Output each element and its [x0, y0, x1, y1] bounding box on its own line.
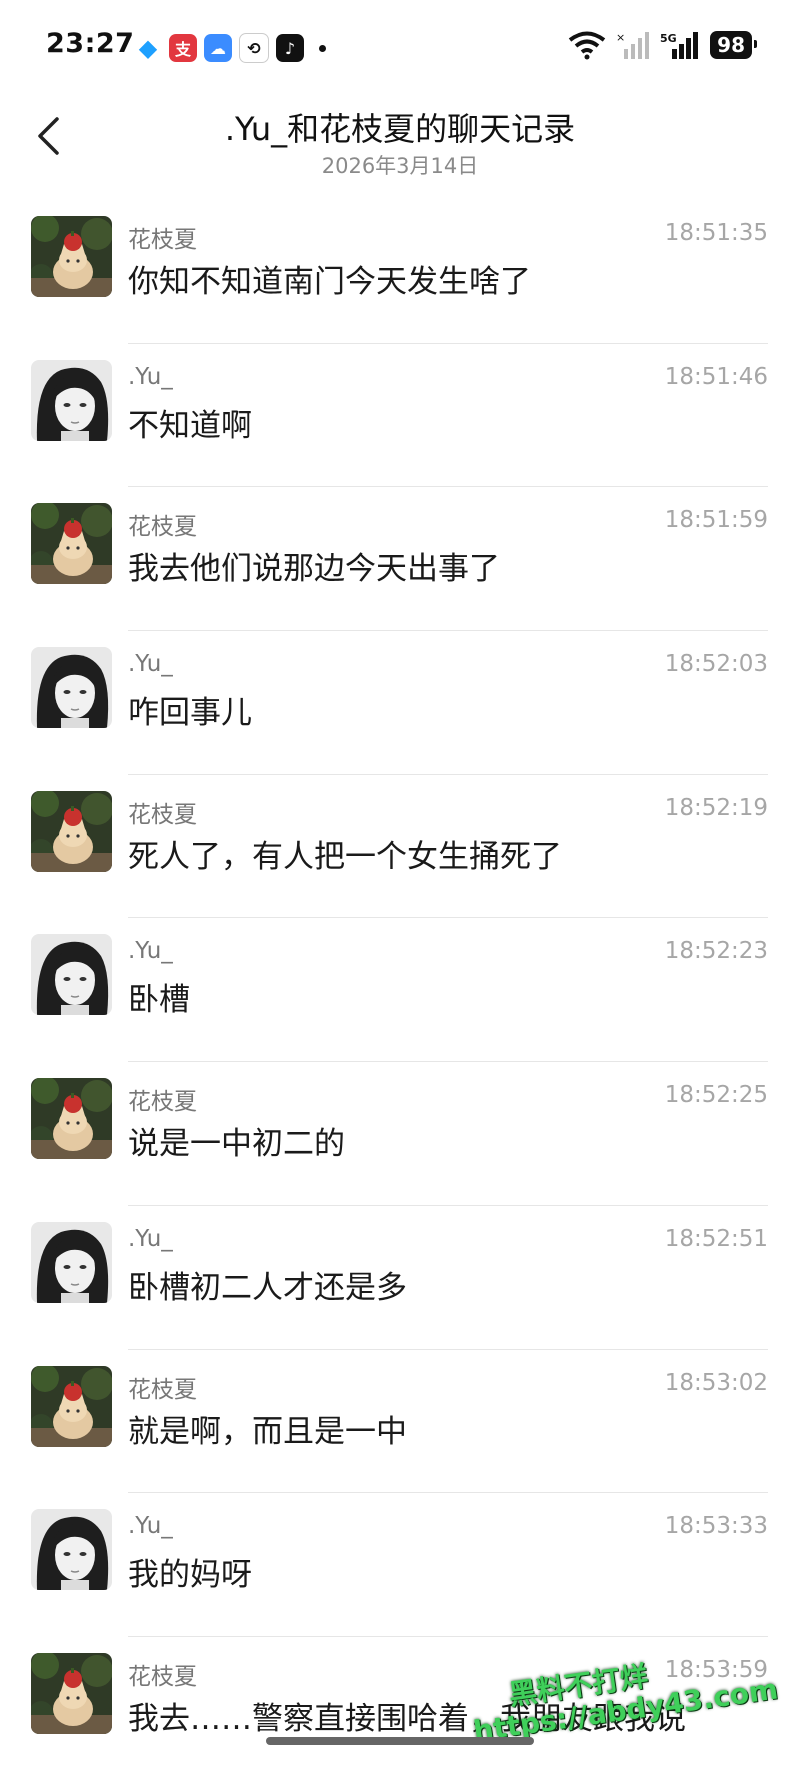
- avatar[interactable]: [31, 1509, 112, 1591]
- message-list[interactable]: 花枝夏 18:51:35 你知不知道南门今天发生啥了 .Yu_ 18:51:46…: [0, 200, 800, 1781]
- wifi-icon: [568, 31, 606, 60]
- message-text[interactable]: 我去他们说那边今天出事了: [128, 543, 500, 588]
- sender-name: 花枝夏: [128, 1376, 197, 1403]
- sender-name: .Yu_: [128, 1225, 173, 1252]
- avatar[interactable]: [31, 216, 112, 297]
- message-time: 18:51:59: [664, 507, 768, 534]
- message-time: 18:52:23: [664, 938, 768, 965]
- message-item[interactable]: .Yu_ 18:53:33 我的妈呀: [0, 1493, 800, 1637]
- sender-name: .Yu_: [128, 1513, 173, 1540]
- message-time: 18:53:02: [664, 1369, 768, 1396]
- page-title: .Yu_和花枝夏的聊天记录: [224, 110, 576, 148]
- sender-name: 花枝夏: [128, 514, 197, 541]
- sender-name: 花枝夏: [128, 1663, 197, 1690]
- message-time: 18:52:03: [664, 651, 768, 678]
- message-item[interactable]: .Yu_ 18:51:46 不知道啊: [0, 344, 800, 488]
- sync-app-icon: ⟲: [239, 33, 269, 63]
- chat-history-header: .Yu_和花枝夏的聊天记录 2026年3月14日: [0, 96, 800, 186]
- qq-icon: ◆: [138, 34, 158, 62]
- message-item[interactable]: 花枝夏 18:53:02 就是啊，而且是一中: [0, 1350, 800, 1494]
- message-text[interactable]: 卧槽: [128, 974, 190, 1019]
- network-type: 5G: [660, 32, 677, 45]
- message-time: 18:52:19: [664, 794, 768, 821]
- message-text[interactable]: 说是一中初二的: [128, 1118, 345, 1163]
- sender-name: 花枝夏: [128, 801, 197, 828]
- alipay-icon: 支: [169, 34, 197, 62]
- tiktok-icon: ♪: [276, 34, 304, 62]
- message-time: 18:51:46: [664, 363, 768, 390]
- message-text[interactable]: 卧槽初二人才还是多: [128, 1262, 407, 1307]
- status-bar: 23:27 ◆ 支 ☁ ⟲ ♪ × 5G 98: [0, 0, 800, 96]
- sender-name: 花枝夏: [128, 1089, 197, 1116]
- message-time: 18:51:35: [664, 220, 768, 246]
- sender-name: 花枝夏: [128, 227, 197, 253]
- message-item[interactable]: .Yu_ 18:52:23 卧槽: [0, 918, 800, 1063]
- more-notifications-icon: [319, 44, 326, 52]
- message-time: 18:52:25: [664, 1082, 768, 1109]
- sender-name: .Yu_: [128, 363, 173, 390]
- message-item[interactable]: 花枝夏 18:52:25 说是一中初二的: [0, 1062, 800, 1206]
- message-item[interactable]: .Yu_ 18:52:51 卧槽初二人才还是多: [0, 1206, 800, 1350]
- sender-name: .Yu_: [128, 938, 173, 965]
- avatar[interactable]: [31, 1221, 112, 1303]
- avatar[interactable]: [31, 790, 112, 872]
- message-time: 18:53:33: [664, 1513, 768, 1540]
- svg-text:×: ×: [616, 31, 625, 44]
- notification-icons: ◆ 支 ☁ ⟲ ♪: [134, 33, 326, 63]
- message-text[interactable]: 就是啊，而且是一中: [128, 1406, 407, 1451]
- avatar[interactable]: [31, 1365, 112, 1447]
- avatar[interactable]: [31, 503, 112, 585]
- home-indicator[interactable]: [266, 1737, 534, 1745]
- message-text[interactable]: 我的妈呀: [128, 1549, 252, 1594]
- signal-5g-icon: 5G: [660, 32, 699, 59]
- avatar[interactable]: [31, 647, 112, 729]
- message-text[interactable]: 你知不知道南门今天发生啥了: [128, 256, 531, 301]
- message-text[interactable]: 死人了，有人把一个女生捅死了: [128, 831, 562, 876]
- message-item[interactable]: 花枝夏 18:51:35 你知不知道南门今天发生啥了: [0, 200, 800, 344]
- history-date: 2026年3月14日: [321, 154, 479, 178]
- avatar[interactable]: [31, 1652, 112, 1734]
- battery-indicator: 98: [710, 31, 757, 59]
- avatar[interactable]: [31, 359, 112, 441]
- message-item[interactable]: 花枝夏 18:51:59 我去他们说那边今天出事了: [0, 487, 800, 632]
- message-time: 18:52:51: [664, 1225, 768, 1252]
- sender-name: .Yu_: [128, 651, 173, 678]
- avatar[interactable]: [31, 1078, 112, 1160]
- message-item[interactable]: 花枝夏 18:52:19 死人了，有人把一个女生捅死了: [0, 775, 800, 919]
- status-time: 23:27: [46, 28, 135, 59]
- signal-sim1-icon: ×: [616, 31, 650, 59]
- message-item[interactable]: .Yu_ 18:52:03 咋回事儿: [0, 631, 800, 775]
- weather-icon: ☁: [204, 34, 232, 62]
- avatar[interactable]: [31, 934, 112, 1016]
- message-text[interactable]: 咋回事儿: [128, 687, 252, 732]
- message-text[interactable]: 不知道啊: [128, 400, 252, 445]
